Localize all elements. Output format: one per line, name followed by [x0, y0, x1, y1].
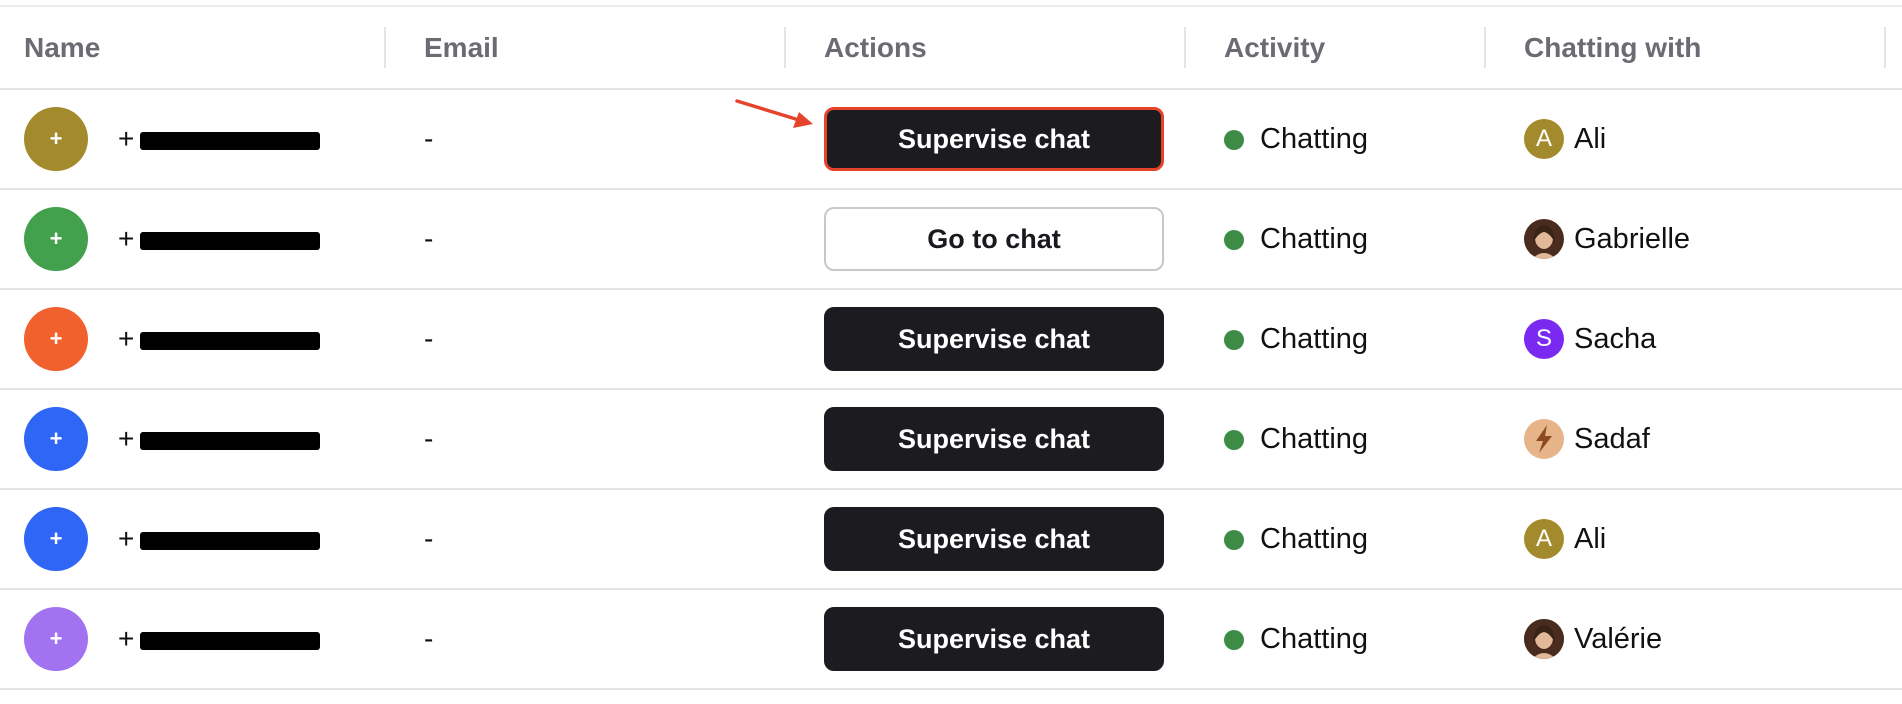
agent-name: Gabrielle	[1574, 223, 1691, 255]
contact-avatar: +	[24, 207, 88, 271]
column-resize-handle[interactable]	[1184, 27, 1186, 68]
column-resize-handle[interactable]	[784, 27, 786, 68]
phone-prefix: +	[118, 223, 135, 254]
contact-email: -	[424, 523, 434, 554]
activity-label: Chatting	[1260, 423, 1369, 455]
column-header-email[interactable]: Email	[424, 7, 499, 88]
activity-label: Chatting	[1260, 123, 1369, 155]
agent-initial: S	[1535, 325, 1552, 352]
agent-photo-icon	[1524, 219, 1564, 259]
phone-prefix: +	[118, 423, 135, 454]
column-resize-handle[interactable]	[1884, 27, 1886, 68]
agent-name: Valérie	[1574, 623, 1663, 655]
supervise-chat-button[interactable]: Supervise chat	[824, 507, 1164, 571]
agent-avatar: A	[1524, 119, 1564, 159]
contact-phone[interactable]: +	[118, 90, 134, 188]
contact-phone[interactable]: +	[118, 490, 134, 588]
supervise-chat-button[interactable]: Supervise chat	[824, 107, 1164, 171]
lightning-icon	[1536, 425, 1552, 453]
redaction-mark	[140, 632, 320, 650]
agent-name: Ali	[1574, 523, 1607, 555]
annotation-arrow-icon	[735, 99, 813, 128]
supervise-chat-button[interactable]: Supervise chat	[824, 607, 1164, 671]
column-header-actions[interactable]: Actions	[824, 7, 927, 88]
column-header-activity[interactable]: Activity	[1224, 7, 1325, 88]
contact-avatar: +	[24, 307, 88, 371]
status-dot-icon	[1224, 430, 1244, 450]
table-row[interactable]: + + - Supervise chat Chatting A Ali	[0, 90, 1902, 190]
go-to-chat-button[interactable]: Go to chat	[824, 207, 1164, 271]
agent-avatar: S	[1524, 319, 1564, 359]
agent-photo-icon	[1524, 619, 1564, 659]
table-row[interactable]: + + - Go to chat Chatting Gabrielle	[0, 190, 1902, 290]
contact-email: -	[424, 123, 434, 154]
column-header-chatting-with[interactable]: Chatting with	[1524, 7, 1701, 88]
status-dot-icon	[1224, 230, 1244, 250]
contact-email: -	[424, 423, 434, 454]
redaction-mark	[140, 232, 320, 250]
status-dot-icon	[1224, 330, 1244, 350]
contact-avatar: +	[24, 107, 88, 171]
status-dot-icon	[1224, 530, 1244, 550]
column-header-name[interactable]: Name	[24, 7, 100, 88]
agent-avatar: A	[1524, 519, 1564, 559]
agent-initial: A	[1535, 525, 1552, 552]
agent-name: Sacha	[1574, 323, 1657, 355]
table-row[interactable]: + + - Supervise chat Chatting A Ali	[0, 490, 1902, 590]
contact-phone[interactable]: +	[118, 190, 134, 288]
contact-avatar: +	[24, 507, 88, 571]
contact-avatar: +	[24, 407, 88, 471]
status-dot-icon	[1224, 630, 1244, 650]
activity-label: Chatting	[1260, 623, 1369, 655]
activity-label: Chatting	[1260, 223, 1369, 255]
column-resize-handle[interactable]	[384, 27, 386, 68]
status-dot-icon	[1224, 130, 1244, 150]
agent-avatar	[1524, 219, 1564, 259]
activity-label: Chatting	[1260, 523, 1369, 555]
contact-email: -	[424, 223, 434, 254]
redaction-mark	[140, 432, 320, 450]
agent-name: Ali	[1574, 123, 1607, 155]
column-resize-handle[interactable]	[1484, 27, 1486, 68]
agent-avatar	[1524, 619, 1564, 659]
redaction-mark	[140, 132, 320, 150]
redaction-mark	[140, 532, 320, 550]
contact-avatar: +	[24, 607, 88, 671]
agent-name: Sadaf	[1574, 423, 1650, 455]
agent-initial: A	[1535, 125, 1552, 152]
contact-email: -	[424, 623, 434, 654]
contact-phone[interactable]: +	[118, 590, 134, 688]
contact-email: -	[424, 323, 434, 354]
redaction-mark	[140, 332, 320, 350]
contact-phone[interactable]: +	[118, 390, 134, 488]
phone-prefix: +	[118, 523, 135, 554]
table-row[interactable]: + + - Supervise chat Chatting Valérie	[0, 590, 1902, 690]
table-row[interactable]: + + - Supervise chat Chatting S Sacha	[0, 290, 1902, 390]
contact-phone[interactable]: +	[118, 290, 134, 388]
activity-label: Chatting	[1260, 323, 1369, 355]
supervise-chat-button[interactable]: Supervise chat	[824, 407, 1164, 471]
table-row[interactable]: + + - Supervise chat Chatting Sadaf	[0, 390, 1902, 490]
supervise-chat-button[interactable]: Supervise chat	[824, 307, 1164, 371]
phone-prefix: +	[118, 623, 135, 654]
phone-prefix: +	[118, 123, 135, 154]
phone-prefix: +	[118, 323, 135, 354]
agent-avatar	[1524, 419, 1564, 459]
table-header: Name Email Actions Activity Chatting wit…	[0, 7, 1902, 90]
